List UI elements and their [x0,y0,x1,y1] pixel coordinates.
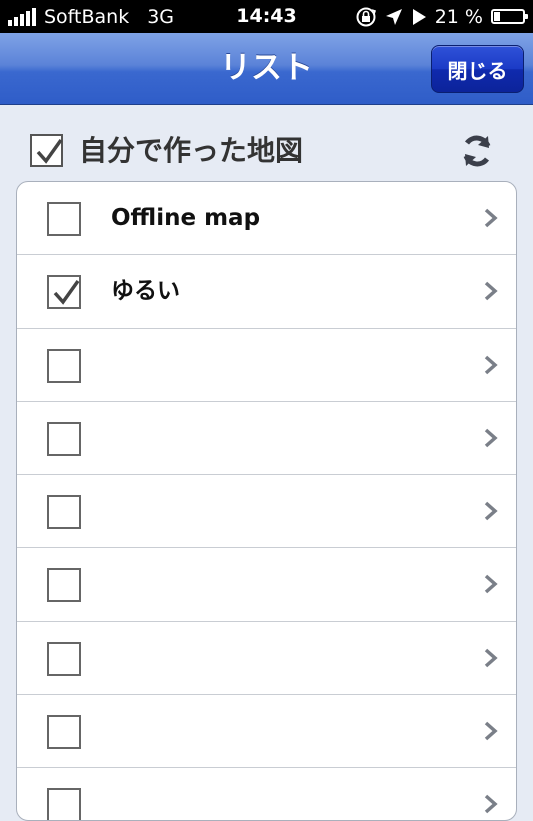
list-item[interactable]: ゆるい [17,255,516,329]
chevron-right-icon [484,281,498,301]
chevron-right-icon [484,575,498,594]
item-checkbox[interactable] [47,641,81,676]
chevron-right-icon [484,428,498,448]
item-checkbox[interactable] [47,495,81,530]
status-right: 21 % [355,0,528,33]
list-item[interactable] [17,548,516,622]
item-label: Offline map [111,205,261,231]
chevron-right-icon [484,795,498,814]
map-list: Offline map ゆるい [16,181,517,821]
navigation-bar: リスト 閉じる [0,33,533,105]
item-checkbox[interactable] [47,348,81,383]
list-item[interactable] [17,329,516,402]
chevron-right-icon [484,501,498,521]
close-button[interactable]: 閉じる [431,45,524,93]
checkmark-icon [53,280,80,306]
list-item[interactable]: Offline map [17,182,516,256]
item-checkbox[interactable] [47,275,81,310]
play-icon [412,8,426,25]
battery-icon [491,9,528,24]
select-all-checkbox[interactable] [30,134,63,167]
item-checkbox[interactable] [47,202,81,236]
item-checkbox[interactable] [47,715,81,750]
battery-percent: 21 % [434,5,483,28]
rotation-lock-icon [356,7,376,26]
chevron-right-icon [484,721,498,741]
battery-fill [494,12,500,21]
list-item[interactable] [17,622,516,696]
list-header: 自分で作った地図 [0,105,533,181]
chevron-right-icon [484,208,498,228]
chevron-right-icon [484,355,498,374]
section-label: 自分で作った地図 [79,134,304,167]
item-checkbox[interactable] [47,788,81,820]
location-arrow-icon [385,8,402,25]
status-bar: SoftBank 3G 14:43 21 % [0,0,533,33]
chevron-right-icon [484,648,498,668]
list-item[interactable] [17,768,516,820]
item-label: ゆるい [111,278,180,305]
item-checkbox[interactable] [47,568,81,603]
refresh-icon[interactable] [458,132,496,170]
item-checkbox[interactable] [47,421,81,456]
list-item[interactable] [17,475,516,549]
checkmark-icon [36,138,63,164]
list-item[interactable] [17,695,516,769]
list-item[interactable] [17,402,516,476]
